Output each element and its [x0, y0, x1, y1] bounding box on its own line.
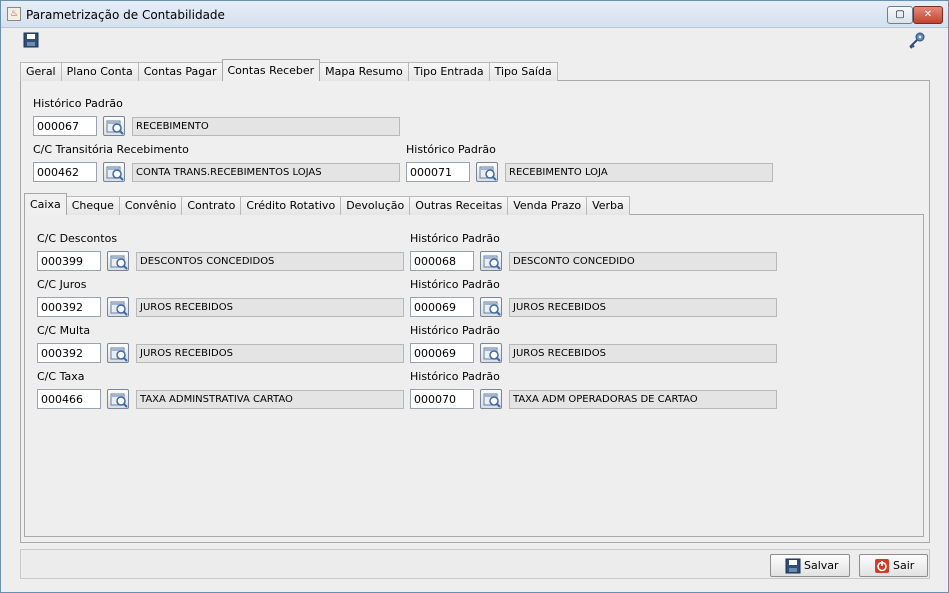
caixa-cc-code-input[interactable] [37, 251, 101, 271]
search-icon [483, 301, 501, 316]
historico-padrao-2-lookup-button[interactable] [476, 162, 498, 182]
search-icon [106, 166, 124, 181]
caixa-hist-desc: DESCONTO CONCEDIDO [509, 252, 777, 271]
search-icon [483, 347, 501, 362]
exit-button[interactable]: Sair [859, 554, 928, 577]
caixa-cc-lookup-button[interactable] [107, 389, 129, 409]
java-app-icon: ♨ [7, 7, 21, 21]
cc-transitoria-desc: CONTA TRANS.RECEBIMENTOS LOJAS [132, 163, 400, 182]
app-window: ♨ Parametrização de Contabilidade ▢ ✕ Ge… [0, 0, 949, 593]
window-title: Parametrização de Contabilidade [26, 8, 225, 22]
historico-padrao-2-label: Histórico Padrão [406, 143, 496, 156]
floppy-icon[interactable] [23, 32, 39, 48]
sub-tab-4[interactable]: Crédito Rotativo [240, 196, 342, 215]
historico-padrao-code-input[interactable] [33, 116, 97, 136]
sub-tab-0[interactable]: Caixa [24, 193, 67, 215]
caixa-cc-lookup-button[interactable] [107, 297, 129, 317]
caixa-hist-desc: TAXA ADM OPERADORAS DE CARTAO [509, 390, 777, 409]
caixa-hist-code-input[interactable] [410, 297, 474, 317]
caixa-cc-label: C/C Taxa [37, 370, 85, 383]
search-icon [110, 301, 128, 316]
caixa-cc-lookup-button[interactable] [107, 251, 129, 271]
historico-padrao-desc: RECEBIMENTO [132, 117, 400, 136]
historico-padrao-lookup-button[interactable] [103, 116, 125, 136]
search-icon [479, 166, 497, 181]
main-tab-1[interactable]: Plano Conta [60, 62, 139, 81]
search-icon [483, 393, 501, 408]
restore-button[interactable]: ▢ [887, 6, 913, 24]
caixa-hist-code-input[interactable] [410, 389, 474, 409]
cc-transitoria-code-input[interactable] [33, 162, 97, 182]
caixa-hist-label: Histórico Padrão [410, 324, 500, 337]
caixa-cc-code-input[interactable] [37, 343, 101, 363]
close-button[interactable]: ✕ [913, 6, 943, 24]
main-tab-2[interactable]: Contas Pagar [137, 62, 223, 81]
key-icon[interactable] [907, 31, 927, 51]
sub-tab-8[interactable]: Verba [586, 196, 630, 215]
caixa-hist-label: Histórico Padrão [410, 278, 500, 291]
sub-tab-3[interactable]: Contrato [181, 196, 242, 215]
search-icon [110, 393, 128, 408]
main-tab-5[interactable]: Tipo Entrada [407, 62, 490, 81]
caixa-cc-label: C/C Multa [37, 324, 91, 337]
caixa-cc-code-input[interactable] [37, 297, 101, 317]
caixa-cc-label: C/C Juros [37, 278, 87, 291]
caixa-hist-label: Histórico Padrão [410, 232, 500, 245]
save-button-label: Salvar [804, 559, 839, 572]
main-tab-6[interactable]: Tipo Saída [488, 62, 558, 81]
caixa-hist-lookup-button[interactable] [480, 297, 502, 317]
power-icon [875, 559, 889, 573]
main-tab-3[interactable]: Contas Receber [221, 59, 321, 81]
caixa-hist-label: Histórico Padrão [410, 370, 500, 383]
caixa-cc-label: C/C Descontos [37, 232, 118, 245]
caixa-hist-desc: JUROS RECEBIDOS [509, 298, 777, 317]
sub-tab-7[interactable]: Venda Prazo [507, 196, 588, 215]
caixa-hist-lookup-button[interactable] [480, 389, 502, 409]
title-bar: ♨ Parametrização de Contabilidade ▢ ✕ [1, 1, 948, 28]
search-icon [110, 347, 128, 362]
sub-tab-5[interactable]: Devolução [340, 196, 411, 215]
caixa-cc-desc: TAXA ADMINSTRATIVA CARTAO [136, 390, 404, 409]
caixa-hist-code-input[interactable] [410, 251, 474, 271]
caixa-hist-lookup-button[interactable] [480, 251, 502, 271]
main-tab-0[interactable]: Geral [20, 62, 62, 81]
search-icon [106, 120, 124, 135]
caixa-cc-desc: JUROS RECEBIDOS [136, 298, 404, 317]
save-button[interactable]: Salvar [770, 554, 850, 577]
historico-padrao-label: Histórico Padrão [33, 97, 123, 110]
search-icon [110, 255, 128, 270]
sub-tab-1[interactable]: Cheque [65, 196, 120, 215]
caixa-cc-code-input[interactable] [37, 389, 101, 409]
main-tab-bar: Geral Plano Conta Contas Pagar Contas Receb… [20, 59, 558, 81]
sub-tab-2[interactable]: Convênio [118, 196, 183, 215]
historico-padrao-2-code-input[interactable] [406, 162, 470, 182]
caixa-cc-lookup-button[interactable] [107, 343, 129, 363]
sub-tab-6[interactable]: Outras Receitas [409, 196, 509, 215]
historico-padrao-2-desc: RECEBIMENTO LOJA [505, 163, 773, 182]
cc-transitoria-lookup-button[interactable] [103, 162, 125, 182]
caixa-cc-desc: DESCONTOS CONCEDIDOS [136, 252, 404, 271]
main-tab-4[interactable]: Mapa Resumo [319, 62, 409, 81]
caixa-hist-code-input[interactable] [410, 343, 474, 363]
caixa-hist-desc: JUROS RECEBIDOS [509, 344, 777, 363]
sub-tab-bar: Caixa Cheque Convênio Contrato Crédito Rotat… [24, 193, 630, 215]
floppy-icon [785, 558, 801, 574]
caixa-hist-lookup-button[interactable] [480, 343, 502, 363]
search-icon [483, 255, 501, 270]
exit-button-label: Sair [893, 559, 915, 572]
cc-transitoria-label: C/C Transitória Recebimento [33, 143, 189, 156]
caixa-cc-desc: JUROS RECEBIDOS [136, 344, 404, 363]
